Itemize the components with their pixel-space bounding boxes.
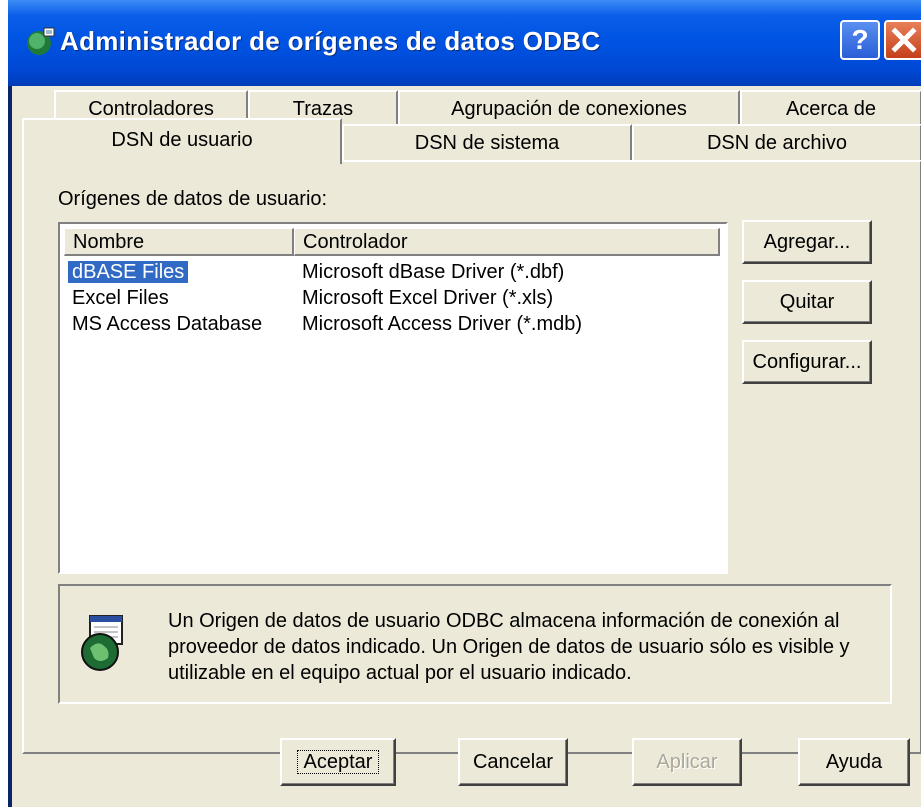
column-header-controlador[interactable]: Controlador	[294, 228, 720, 256]
tab-dsn-sistema[interactable]: DSN de sistema	[342, 124, 632, 162]
tab-agrupacion-conexiones[interactable]: Agrupación de conexiones	[398, 90, 740, 126]
list-item-driver: Microsoft Excel Driver (*.xls)	[302, 287, 554, 309]
help-button[interactable]: Ayuda	[798, 738, 910, 786]
close-button[interactable]	[884, 20, 921, 60]
window-title: Administrador de orígenes de datos ODBC	[60, 26, 601, 56]
cancel-button[interactable]: Cancelar	[458, 738, 568, 786]
tab-acerca-de[interactable]: Acerca de	[740, 90, 921, 126]
info-box: Un Origen de datos de usuario ODBC almac…	[58, 584, 892, 704]
apply-button[interactable]: Aplicar	[632, 738, 742, 786]
list-item[interactable]: dBASE Files	[68, 260, 189, 284]
tab-dsn-archivo[interactable]: DSN de archivo	[632, 124, 921, 162]
list-item-driver: Microsoft Access Driver (*.mdb)	[302, 313, 583, 335]
ok-button[interactable]: Aceptar	[280, 738, 396, 786]
remove-button[interactable]: Quitar	[742, 280, 872, 324]
info-description: Un Origen de datos de usuario ODBC almac…	[168, 610, 850, 684]
list-item-name: dBASE Files	[68, 261, 189, 283]
help-title-button[interactable]: ?	[840, 20, 880, 60]
ok-button-label: Aceptar	[292, 745, 385, 779]
column-header-nombre[interactable]: Nombre	[64, 228, 294, 256]
list-item[interactable]: Excel Files	[72, 286, 169, 310]
configure-button[interactable]: Configurar...	[742, 340, 872, 384]
data-sources-list[interactable]: Nombre Controlador dBASE Files Microsoft…	[58, 222, 728, 574]
odbc-dialog-window: Administrador de orígenes de datos ODBC …	[8, 0, 921, 807]
background-strip	[0, 0, 8, 807]
tab-dsn-usuario[interactable]: DSN de usuario	[22, 118, 342, 164]
dialog-client-area: Controladores Trazas Agrupación de conex…	[12, 86, 921, 807]
list-item[interactable]: MS Access Database	[72, 312, 262, 336]
odbc-database-icon	[81, 615, 123, 671]
add-button[interactable]: Agregar...	[742, 220, 872, 264]
user-data-sources-label: Orígenes de datos de usuario:	[58, 188, 328, 210]
odbc-app-icon	[27, 27, 55, 55]
title-bar[interactable]: Administrador de orígenes de datos ODBC …	[8, 0, 921, 86]
list-item-driver: Microsoft dBase Driver (*.dbf)	[302, 261, 565, 283]
close-icon	[891, 27, 917, 53]
